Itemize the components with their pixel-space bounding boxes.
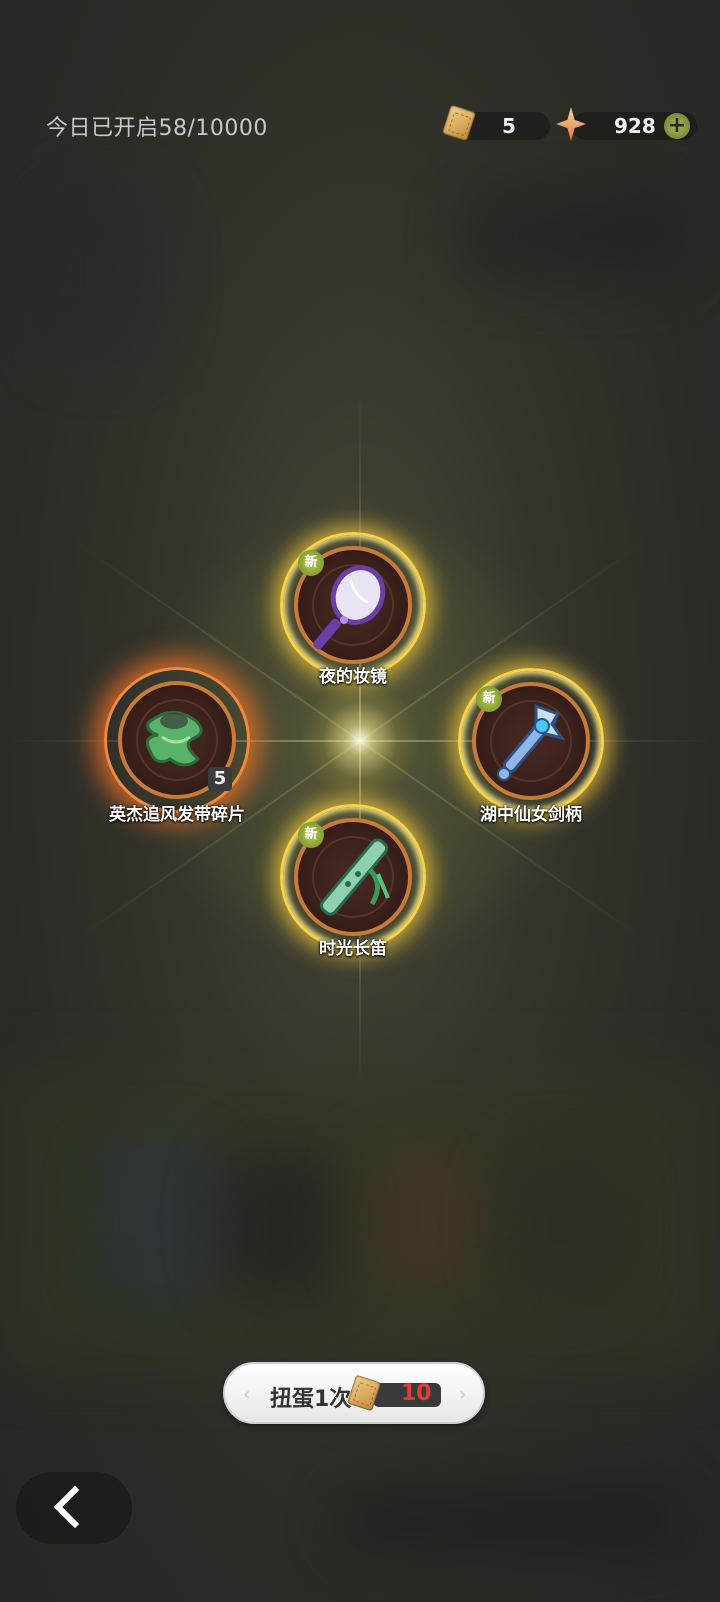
background-blur bbox=[40, 190, 160, 360]
reward-item[interactable]: 新 bbox=[280, 532, 426, 678]
item-count: 5 bbox=[208, 767, 232, 791]
spin-label: 扭蛋1次 bbox=[270, 1387, 352, 1412]
star-count: 928 bbox=[614, 114, 656, 138]
background-blur bbox=[100, 1140, 220, 1300]
chevron-left-icon bbox=[53, 1485, 97, 1529]
spin-decoration: › bbox=[459, 1384, 467, 1405]
background-blur bbox=[220, 1150, 340, 1300]
reward-item[interactable]: 新 bbox=[280, 804, 426, 950]
new-badge: 新 bbox=[298, 550, 324, 576]
new-badge: 新 bbox=[298, 822, 324, 848]
background-blur bbox=[460, 190, 690, 280]
item-name: 湖中仙女剑柄 bbox=[480, 805, 582, 825]
background-blur bbox=[340, 1490, 680, 1550]
back-button[interactable] bbox=[16, 1472, 132, 1544]
item-name: 夜的妆镜 bbox=[319, 667, 387, 687]
new-badge: 新 bbox=[476, 686, 502, 712]
background-blur bbox=[360, 1140, 490, 1300]
item-name: 时光长笛 bbox=[319, 939, 387, 959]
item-name-text: 英杰追风发带碎片 bbox=[109, 805, 245, 825]
background-blur bbox=[500, 1150, 620, 1300]
spin-decoration: ‹ bbox=[243, 1384, 251, 1405]
daily-open-counter: 今日已开启58/10000 bbox=[46, 116, 268, 141]
add-currency-button[interactable]: + bbox=[664, 113, 690, 139]
spin-once-button[interactable]: ‹ 扭蛋1次 10 › bbox=[223, 1362, 485, 1424]
spin-cost: 10 bbox=[401, 1381, 432, 1406]
center-flare bbox=[300, 680, 420, 800]
reward-item[interactable]: 新 bbox=[458, 668, 604, 814]
item-name: 英杰追风发带碎片 bbox=[77, 806, 277, 824]
ticket-count: 5 bbox=[502, 114, 516, 138]
reward-item[interactable]: 5 bbox=[104, 667, 250, 813]
